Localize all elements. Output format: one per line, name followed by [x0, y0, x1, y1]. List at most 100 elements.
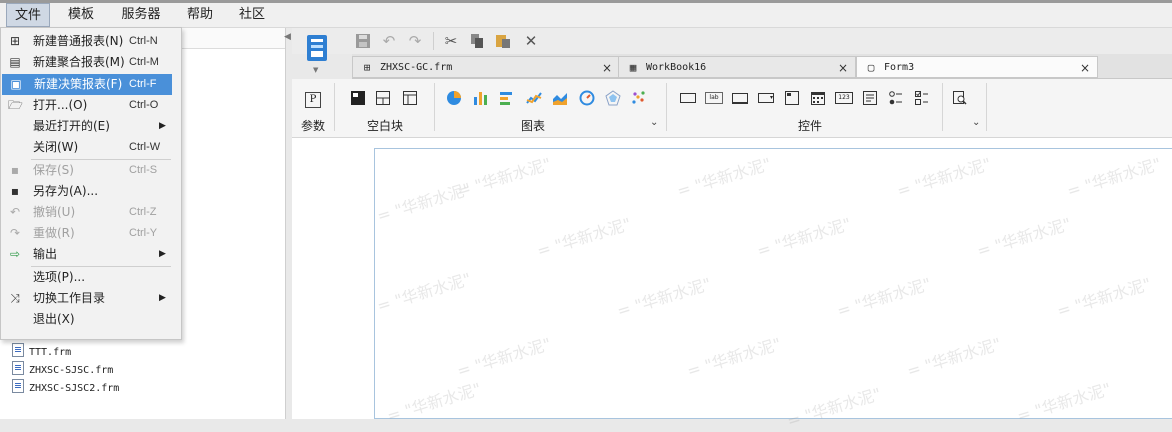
watermark: = "华新水泥"	[894, 154, 994, 201]
menu-open[interactable]: 🗁 打开...(O) Ctrl-O	[1, 95, 181, 116]
watermark: = "华新水泥"	[974, 214, 1074, 261]
save-as-icon: ▪	[10, 184, 20, 198]
menu-save[interactable]: ▪ 保存(S) Ctrl-S	[1, 160, 181, 181]
chevron-down-icon[interactable]: ⌄	[650, 117, 658, 128]
watermark: = "华新水泥"	[674, 154, 774, 201]
menu-redo[interactable]: ↷ 重做(R) Ctrl-Y	[1, 223, 181, 244]
report-designer-logo-icon[interactable]	[304, 33, 330, 63]
menu-community[interactable]: 社区	[230, 3, 274, 27]
search-widget-icon[interactable]	[950, 88, 970, 108]
save-icon[interactable]	[352, 30, 374, 52]
close-icon[interactable]: ×	[1080, 57, 1090, 79]
text-field-widget-icon[interactable]	[730, 88, 750, 108]
split-layout-icon[interactable]	[373, 88, 393, 108]
menu-switch-workdir[interactable]: ⤨ 切换工作目录 ▶	[1, 288, 181, 309]
collapse-panel-icon[interactable]: ◀	[284, 32, 292, 44]
dropdown-widget-icon[interactable]: ▾	[756, 88, 776, 108]
widget-group: lab ▾ 123 控件 ⌄	[670, 79, 986, 137]
tab-layout-icon[interactable]	[400, 88, 420, 108]
form-icon: ▢	[867, 61, 875, 74]
params-group: P 参数	[292, 79, 334, 137]
file-icon	[12, 361, 24, 375]
menu-save-as[interactable]: ▪ 另存为(A)...	[1, 181, 181, 202]
button-widget-icon[interactable]	[678, 88, 698, 108]
redo-icon[interactable]: ↷	[404, 30, 426, 52]
menu-undo[interactable]: ↶ 撤销(U) Ctrl-Z	[1, 202, 181, 223]
form-canvas[interactable]: = "华新水泥" = "华新水泥" = "华新水泥" = "华新水泥" = "华…	[374, 148, 1172, 431]
delete-icon[interactable]: ✕	[520, 30, 542, 52]
undo-icon[interactable]: ↶	[378, 30, 400, 52]
horizontal-bar-chart-icon[interactable]	[497, 88, 517, 108]
file-tree-item[interactable]: ZHXSC-SJSC2.frm	[12, 379, 119, 397]
menu-exit[interactable]: 退出(X)	[1, 309, 181, 330]
cut-icon[interactable]: ✂	[440, 30, 462, 52]
watermark: = "华新水泥"	[684, 334, 784, 381]
radar-chart-icon[interactable]	[603, 88, 623, 108]
close-icon[interactable]: ×	[838, 57, 848, 79]
blank-block-group: 空白块	[338, 79, 432, 137]
date-widget-icon[interactable]	[808, 88, 828, 108]
parameter-icon[interactable]: P	[303, 88, 323, 108]
label-widget-icon[interactable]: lab	[704, 88, 724, 108]
chevron-right-icon: ▶	[159, 121, 166, 131]
decision-report-icon: ▣	[10, 77, 22, 91]
number-widget-icon[interactable]: 123	[834, 88, 854, 108]
text-area-widget-icon[interactable]	[860, 88, 880, 108]
checkbox-group-widget-icon[interactable]	[912, 88, 932, 108]
watermark: = "华新水泥"	[754, 214, 854, 261]
watermark: = "华新水泥"	[454, 154, 554, 201]
menu-recent[interactable]: 最近打开的(E) ▶	[1, 116, 181, 137]
folder-open-icon: 🗁	[8, 98, 23, 112]
chevron-down-icon[interactable]: ▼	[313, 66, 318, 74]
tab-zhxsc-gc[interactable]: ⊞ ZHXSC-GC.frm ×	[352, 56, 620, 78]
chevron-right-icon: ▶	[159, 293, 166, 303]
menu-options[interactable]: 选项(P)...	[1, 267, 181, 288]
tab-form3[interactable]: ▢ Form3 ×	[856, 56, 1098, 78]
watermark: = "华新水泥"	[454, 334, 554, 381]
absolute-layout-icon[interactable]	[348, 88, 368, 108]
main-toolbar: ↶ ↷ ✂ ✕	[292, 28, 1172, 54]
grid-report-icon: ⊞	[9, 34, 21, 48]
blank-block-label: 空白块	[366, 119, 403, 133]
widget-ribbon: P 参数 空白块 图表 ⌄ lab ▾ 123 控件 ⌄	[292, 79, 1172, 138]
menu-server[interactable]: 服务器	[112, 3, 170, 27]
pie-chart-icon[interactable]	[444, 88, 464, 108]
menu-help[interactable]: 帮助	[178, 3, 222, 27]
watermark: = "华新水泥"	[534, 214, 634, 261]
combo-widget-icon[interactable]	[782, 88, 802, 108]
tab-workbook16[interactable]: ▦ WorkBook16 ×	[618, 56, 856, 78]
scatter-chart-icon[interactable]	[629, 88, 649, 108]
bar-chart-icon[interactable]	[471, 88, 491, 108]
watermark: = "华新水泥"	[1054, 274, 1154, 321]
menu-new-decision-report[interactable]: ▣ 新建决策报表(F) Ctrl-F	[2, 74, 172, 95]
paste-icon[interactable]	[492, 30, 514, 52]
watermark: = "华新水泥"	[1064, 154, 1164, 201]
watermark: = "华新水泥"	[784, 384, 884, 431]
editor-tab-bar: ⊞ ZHXSC-GC.frm × ▦ WorkBook16 × ▢ Form3 …	[352, 54, 1172, 79]
menu-template[interactable]: 模板	[58, 3, 104, 27]
menu-file[interactable]: 文件	[6, 3, 50, 27]
undo-icon: ↶	[9, 205, 21, 219]
radio-group-widget-icon[interactable]	[886, 88, 906, 108]
chevron-right-icon: ▶	[159, 249, 166, 259]
watermark: = "华新水泥"	[614, 274, 714, 321]
watermark: = "华新水泥"	[904, 334, 1004, 381]
menu-new-normal-report[interactable]: ⊞ 新建普通报表(N) Ctrl-N	[1, 31, 181, 52]
chart-label: 图表	[520, 119, 545, 133]
chevron-down-icon[interactable]: ⌄	[972, 117, 980, 128]
menu-new-aggregate-report[interactable]: ▤ 新建聚合报表(M) Ctrl-M	[1, 52, 181, 73]
menu-export[interactable]: ⇨ 输出 ▶	[1, 244, 181, 265]
shuffle-icon: ⤨	[10, 291, 20, 305]
file-tree-item[interactable]: ZHXSC-SJSC.frm	[12, 361, 113, 379]
area-chart-icon[interactable]	[550, 88, 570, 108]
file-tree-item[interactable]: TTT.frm	[12, 343, 71, 361]
export-icon: ⇨	[9, 247, 21, 261]
menu-close[interactable]: 关闭(W) Ctrl-W	[1, 137, 181, 158]
close-icon[interactable]: ×	[602, 57, 612, 79]
line-chart-icon[interactable]	[524, 88, 544, 108]
watermark: = "华新水泥"	[374, 269, 474, 316]
gauge-chart-icon[interactable]	[577, 88, 597, 108]
copy-icon[interactable]	[466, 30, 488, 52]
file-menu-dropdown: ⊞ 新建普通报表(N) Ctrl-N ▤ 新建聚合报表(M) Ctrl-M ▣ …	[0, 27, 182, 340]
file-icon	[12, 379, 24, 393]
